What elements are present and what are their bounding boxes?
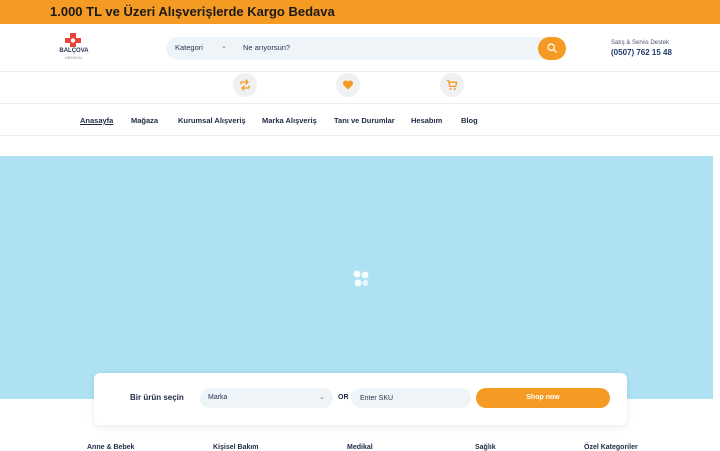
- search-icon: [547, 43, 557, 53]
- product-finder: Bir ürün seçin Marka ⌄ OR Shop now: [94, 373, 627, 425]
- wishlist-button[interactable]: [336, 73, 360, 97]
- search-input[interactable]: Ne arıyorsun?: [243, 43, 290, 52]
- nav-item-brand-shopping[interactable]: Marka Alışveriş: [262, 116, 317, 125]
- compare-icon: [240, 79, 250, 91]
- hero-banner: [0, 156, 713, 399]
- nav-item-conditions[interactable]: Tanı ve Durumlar: [334, 116, 395, 125]
- logo-subtitle: MEDİKAL: [65, 55, 83, 60]
- logo-cross-icon: [65, 33, 81, 47]
- nav-item-blog[interactable]: Blog: [461, 116, 478, 125]
- cart-button[interactable]: [440, 73, 464, 97]
- compare-button[interactable]: [233, 73, 257, 97]
- brand-select-value: Marka: [208, 394, 228, 401]
- chevron-down-icon: ⌄: [319, 394, 325, 401]
- promo-bar: 1.000 TL ve Üzeri Alışverişlerde Kargo B…: [0, 0, 720, 24]
- quick-icons: [0, 72, 720, 104]
- logo-name: BALÇOVA: [59, 48, 89, 54]
- shop-now-label: Shop now: [526, 394, 560, 401]
- nav-item-home[interactable]: Anasayfa: [80, 116, 113, 125]
- nav-item-account[interactable]: Hesabım: [411, 116, 442, 125]
- nav-item-corporate[interactable]: Kurumsal Alışveriş: [178, 116, 246, 125]
- support-phone[interactable]: (0507) 762 15 48: [611, 48, 672, 57]
- heart-icon: [342, 80, 354, 90]
- search-button[interactable]: [538, 37, 566, 60]
- nav-item-store[interactable]: Mağaza: [131, 116, 158, 125]
- promo-text: 1.000 TL ve Üzeri Alışverişlerde Kargo B…: [50, 4, 335, 19]
- category-select[interactable]: Kategori: [175, 43, 203, 52]
- support-label: Satış & Servis Destek: [611, 40, 670, 46]
- finder-label: Bir ürün seçin: [130, 393, 184, 402]
- search-bar: Kategori ⌄ Ne arıyorsun?: [166, 37, 566, 60]
- header: BALÇOVA MEDİKAL Kategori ⌄ Ne arıyorsun?…: [0, 24, 720, 72]
- shop-now-button[interactable]: Shop now: [476, 388, 610, 408]
- cart-icon: [446, 79, 458, 90]
- brand-select[interactable]: Marka ⌄: [200, 388, 333, 408]
- main-nav: Anasayfa Mağaza Kurumsal Alışveriş Marka…: [0, 104, 720, 136]
- chevron-down-icon[interactable]: ⌄: [221, 42, 227, 50]
- loading-spinner-icon: [353, 270, 369, 287]
- or-label: OR: [338, 394, 349, 401]
- sku-input[interactable]: [351, 388, 471, 408]
